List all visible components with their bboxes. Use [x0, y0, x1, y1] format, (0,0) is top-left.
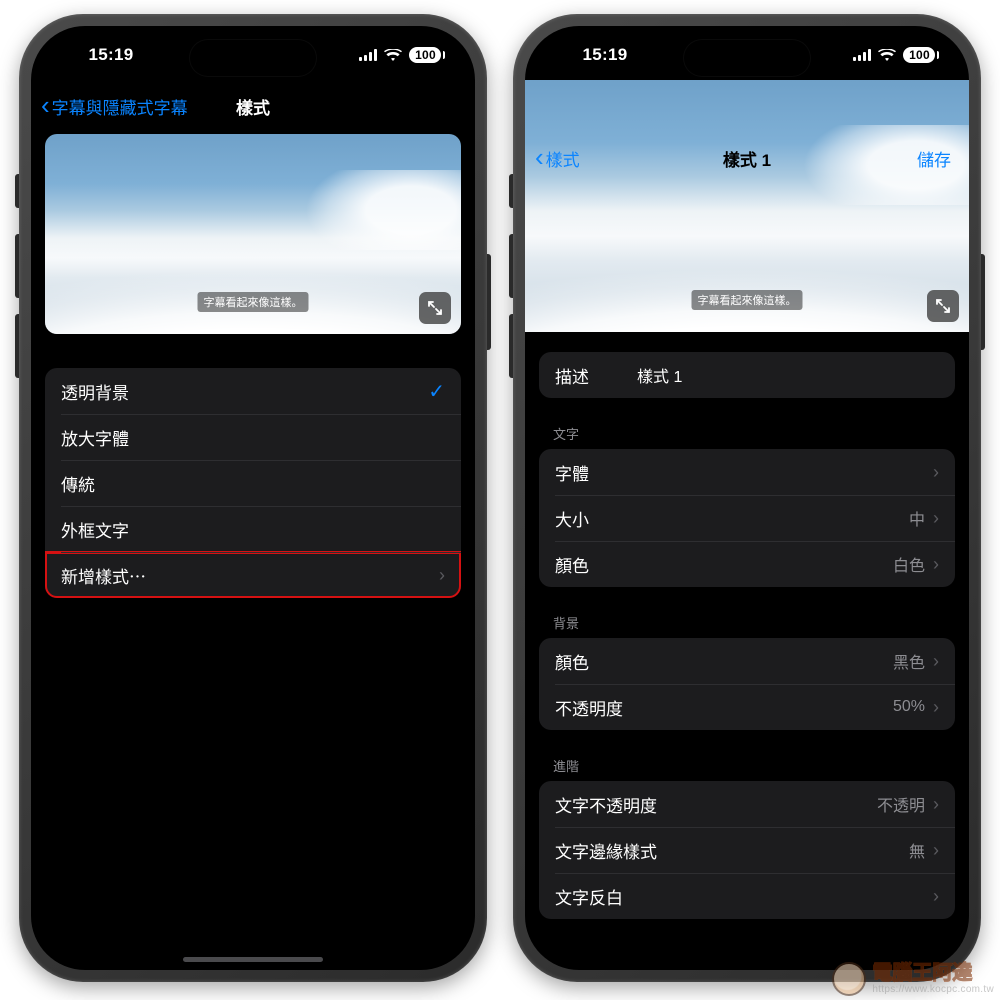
battery-icon: 100: [903, 47, 935, 63]
watermark-brand: 電腦王阿達: [872, 963, 994, 983]
bg-opacity-row[interactable]: 不透明度 50% ›: [539, 684, 955, 730]
style-option[interactable]: 透明背景 ✓: [45, 368, 461, 414]
section-header-background: 背景: [553, 613, 941, 632]
description-row[interactable]: 描述 樣式 1: [539, 352, 955, 398]
chevron-right-icon: ›: [439, 565, 445, 586]
bg-color-row[interactable]: 顏色 黑色 ›: [539, 638, 955, 684]
cellular-icon: [853, 49, 871, 61]
chevron-left-icon: ‹: [535, 144, 544, 170]
chevron-right-icon: ›: [933, 886, 939, 907]
expand-button[interactable]: [419, 292, 451, 324]
dynamic-island: [190, 40, 316, 76]
size-row[interactable]: 大小 中 ›: [539, 495, 955, 541]
home-indicator[interactable]: [183, 957, 323, 962]
font-row[interactable]: 字體 ›: [539, 449, 955, 495]
save-button[interactable]: 儲存: [917, 136, 951, 180]
caption-sample-text: 字幕看起來像這樣。: [692, 290, 803, 310]
checkmark-icon: ✓: [428, 379, 445, 404]
watermark-url: https://www.kocpc.com.tw: [872, 985, 994, 995]
caption-preview: 字幕看起來像這樣。: [45, 134, 461, 334]
caption-sample-text: 字幕看起來像這樣。: [198, 292, 309, 312]
caption-preview: ‹ 樣式 樣式 1 儲存 字幕看起來像這樣。: [525, 80, 969, 332]
style-option[interactable]: 放大字體: [45, 414, 461, 460]
chevron-right-icon: ›: [933, 651, 939, 672]
description-value: 樣式 1: [637, 363, 682, 387]
back-button[interactable]: ‹ 樣式: [535, 136, 580, 180]
section-header-advanced: 進階: [553, 756, 941, 775]
chevron-right-icon: ›: [933, 462, 939, 483]
text-settings-group: 字體 › 大小 中 › 顏色 白色 ›: [539, 449, 955, 587]
chevron-right-icon: ›: [933, 508, 939, 529]
section-header-text: 文字: [553, 424, 941, 443]
phone-left: 15:19 100 ‹ 字幕與隱藏式字幕 樣式: [19, 14, 487, 982]
text-color-row[interactable]: 顏色 白色 ›: [539, 541, 955, 587]
nav-bar: ‹ 樣式 樣式 1 儲存: [525, 136, 969, 180]
style-option[interactable]: 外框文字: [45, 506, 461, 552]
text-opacity-row[interactable]: 文字不透明度 不透明 ›: [539, 781, 955, 827]
page-title: 樣式 1: [723, 146, 771, 171]
advanced-settings-group: 文字不透明度 不透明 › 文字邊緣樣式 無 › 文字反白 ›: [539, 781, 955, 919]
style-options-list: 透明背景 ✓ 放大字體 傳統 外框文字 新增樣式⋯: [45, 368, 461, 598]
chevron-right-icon: ›: [933, 554, 939, 575]
description-group: 描述 樣式 1: [539, 352, 955, 398]
text-invert-row[interactable]: 文字反白 ›: [539, 873, 955, 919]
chevron-right-icon: ›: [933, 840, 939, 861]
chevron-right-icon: ›: [933, 697, 939, 718]
style-option[interactable]: 傳統: [45, 460, 461, 506]
watermark-mascot-icon: [832, 962, 866, 996]
create-new-style[interactable]: 新增樣式⋯ ›: [45, 552, 461, 598]
status-time: 15:19: [565, 45, 645, 65]
dynamic-island: [684, 40, 810, 76]
back-label: 樣式: [546, 146, 580, 171]
wifi-icon: [878, 49, 896, 62]
watermark: 電腦王阿達 https://www.kocpc.com.tw: [832, 962, 994, 996]
background-settings-group: 顏色 黑色 › 不透明度 50% ›: [539, 638, 955, 730]
edge-style-row[interactable]: 文字邊緣樣式 無 ›: [539, 827, 955, 873]
chevron-right-icon: ›: [933, 794, 939, 815]
phone-right: 15:19 100 ‹ 樣式: [513, 14, 981, 982]
expand-button[interactable]: [927, 290, 959, 322]
